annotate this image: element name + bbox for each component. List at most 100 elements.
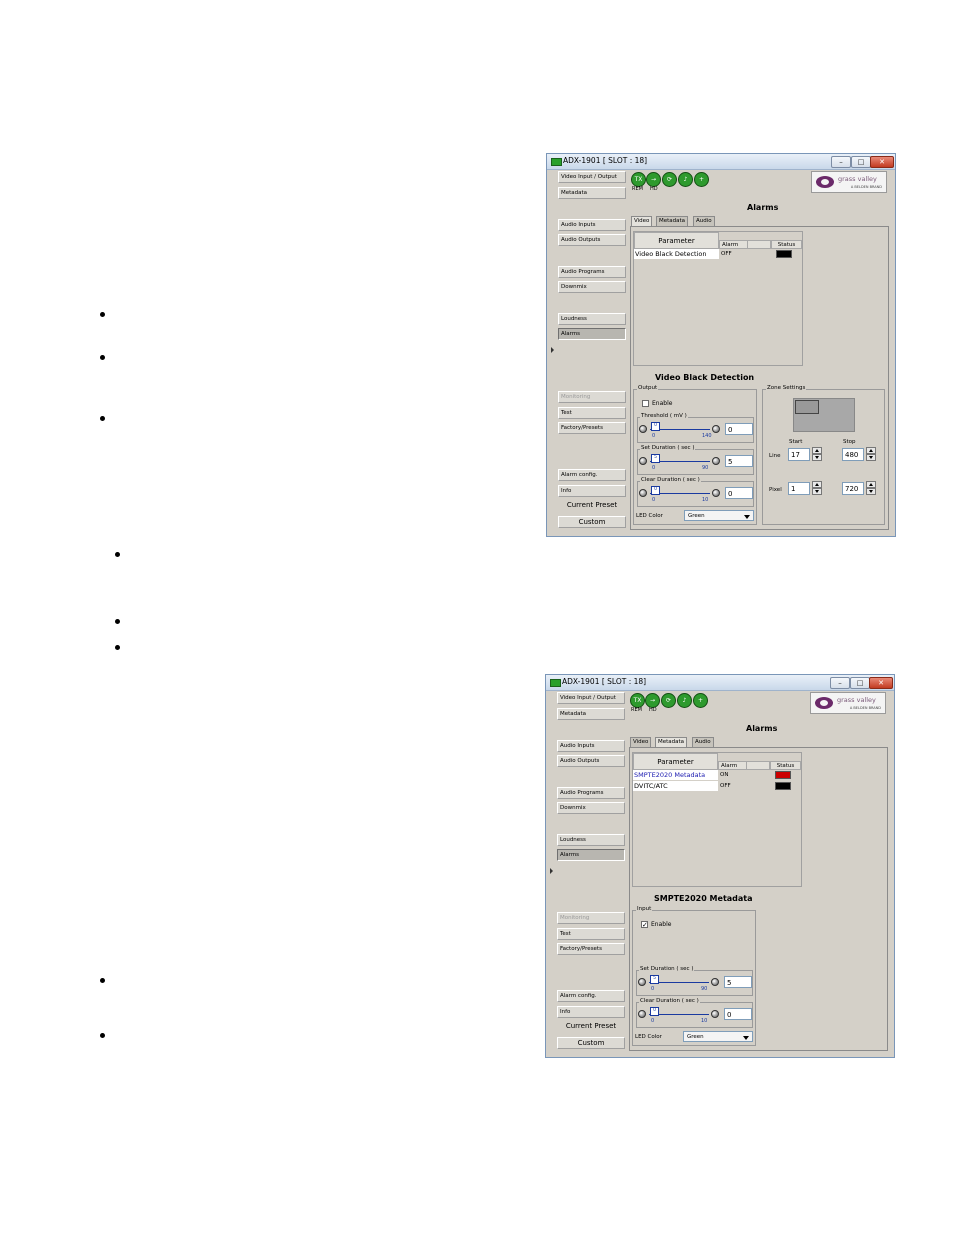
decrement-knob-icon[interactable]	[639, 489, 647, 497]
expand-arrow-icon	[551, 347, 554, 353]
line-start-input[interactable]: 17	[788, 448, 810, 461]
minimize-button[interactable]: –	[830, 677, 850, 689]
sidebar-item-metadata[interactable]: Metadata	[558, 187, 626, 199]
slider-thumb[interactable]: 5	[651, 454, 660, 463]
clear-duration-slider[interactable]: 0 0 10 0	[638, 484, 753, 506]
spin-up-icon[interactable]	[866, 447, 876, 454]
title-bar[interactable]: ADX-1901 [ SLOT : 18] – □ ✕	[546, 675, 894, 691]
sidebar-item-alarms[interactable]: Alarms	[557, 849, 625, 861]
pixel-start-input[interactable]: 1	[788, 482, 810, 495]
sidebar-item-audio-inputs[interactable]: Audio Inputs	[557, 740, 625, 752]
slider-thumb[interactable]: 0	[650, 1007, 659, 1016]
sidebar-item-audio-outputs[interactable]: Audio Outputs	[558, 234, 626, 246]
line-stop-input[interactable]: 480	[842, 448, 864, 461]
table-row[interactable]: DVITC/ATC OFF	[633, 781, 801, 791]
sidebar-item-factory-presets[interactable]: Factory/Presets	[558, 422, 626, 434]
collapse-strip[interactable]	[548, 692, 555, 1052]
app-icon	[551, 158, 562, 166]
bullet-point	[115, 645, 120, 650]
collapse-strip[interactable]	[549, 171, 556, 531]
led-color-select[interactable]: Green	[684, 510, 754, 521]
sidebar-item-audio-programs[interactable]: Audio Programs	[558, 266, 626, 278]
title-bar[interactable]: ADX-1901 [ SLOT : 18] – □ ✕	[547, 154, 895, 170]
pixel-start-spinner[interactable]	[812, 481, 822, 495]
close-button[interactable]: ✕	[870, 156, 894, 168]
sidebar-item-downmix[interactable]: Downmix	[557, 802, 625, 814]
maximize-button[interactable]: □	[850, 677, 870, 689]
status-indicator	[775, 771, 791, 779]
slider-thumb[interactable]: 0	[651, 486, 660, 495]
spin-up-icon[interactable]	[812, 481, 822, 488]
sidebar-item-loudness[interactable]: Loudness	[558, 313, 626, 325]
parameter-header: Parameter	[634, 232, 719, 249]
table-row[interactable]: Video Black Detection OFF	[634, 249, 802, 259]
slider-thumb[interactable]: 5	[650, 975, 659, 984]
decrement-knob-icon[interactable]	[638, 978, 646, 986]
sidebar-item-video-io[interactable]: Video Input / Output	[557, 692, 625, 704]
enable-checkbox[interactable]	[642, 400, 649, 407]
header-divider	[747, 240, 772, 249]
led-color-select[interactable]: Green	[683, 1031, 753, 1042]
clear-duration-input[interactable]: 0	[724, 1008, 752, 1020]
bullet-point	[115, 552, 120, 557]
maximize-button[interactable]: □	[851, 156, 871, 168]
alarms-window-video: ADX-1901 [ SLOT : 18] – □ ✕ Video Input …	[546, 153, 896, 537]
pixel-stop-spinner[interactable]	[866, 481, 876, 495]
pixel-stop-input[interactable]: 720	[842, 482, 864, 495]
sidebar-item-info[interactable]: Info	[557, 1006, 625, 1018]
set-duration-input[interactable]: 5	[725, 455, 753, 467]
set-duration-input[interactable]: 5	[724, 976, 752, 988]
sidebar-item-alarm-config[interactable]: Alarm config.	[557, 990, 625, 1002]
set-duration-slider[interactable]: 5 0 90 5	[637, 973, 752, 995]
increment-knob-icon[interactable]	[712, 425, 720, 433]
status-indicator	[775, 782, 791, 790]
sidebar-item-test[interactable]: Test	[558, 407, 626, 419]
sidebar-item-loudness[interactable]: Loudness	[557, 834, 625, 846]
minimize-button[interactable]: –	[831, 156, 851, 168]
set-duration-slider[interactable]: 5 0 90 5	[638, 452, 753, 474]
chevron-down-icon	[744, 515, 750, 519]
decrement-knob-icon[interactable]	[638, 1010, 646, 1018]
rem-label: REM	[631, 707, 642, 713]
line-start-spinner[interactable]	[812, 447, 822, 461]
threshold-input[interactable]: 0	[725, 423, 753, 435]
row-parameter: Video Black Detection	[634, 249, 719, 259]
increment-knob-icon[interactable]	[712, 457, 720, 465]
spin-down-icon[interactable]	[812, 454, 822, 461]
increment-knob-icon[interactable]	[712, 489, 720, 497]
enable-checkbox[interactable]: ✓	[641, 921, 648, 929]
clear-duration-input[interactable]: 0	[725, 487, 753, 499]
sidebar-item-factory-presets[interactable]: Factory/Presets	[557, 943, 625, 955]
rem-label: REM	[632, 186, 643, 192]
sidebar-item-downmix[interactable]: Downmix	[558, 281, 626, 293]
sidebar-item-info[interactable]: Info	[558, 485, 626, 497]
table-row[interactable]: SMPTE2020 Metadata ON	[633, 770, 801, 780]
slider-thumb[interactable]: 0	[651, 422, 660, 431]
custom-preset-button[interactable]: Custom	[557, 1037, 625, 1049]
increment-knob-icon[interactable]	[711, 1010, 719, 1018]
decrement-knob-icon[interactable]	[639, 425, 647, 433]
sidebar-item-video-io[interactable]: Video Input / Output	[558, 171, 626, 183]
line-stop-spinner[interactable]	[866, 447, 876, 461]
row-alarm-value: ON	[720, 772, 729, 778]
decrement-knob-icon[interactable]	[639, 457, 647, 465]
sidebar-item-audio-programs[interactable]: Audio Programs	[557, 787, 625, 799]
spin-down-icon[interactable]	[812, 488, 822, 495]
increment-knob-icon[interactable]	[711, 978, 719, 986]
spin-down-icon[interactable]	[866, 454, 876, 461]
arrow-right-icon: →	[645, 693, 660, 708]
sidebar-item-metadata[interactable]: Metadata	[557, 708, 625, 720]
sidebar-item-alarms[interactable]: Alarms	[558, 328, 626, 340]
threshold-slider[interactable]: 0 0 140 0	[638, 420, 753, 442]
spin-down-icon[interactable]	[866, 488, 876, 495]
close-button[interactable]: ✕	[869, 677, 893, 689]
spin-up-icon[interactable]	[866, 481, 876, 488]
custom-preset-button[interactable]: Custom	[558, 516, 626, 528]
sidebar-item-test[interactable]: Test	[557, 928, 625, 940]
clear-duration-slider[interactable]: 0 0 10 0	[637, 1005, 752, 1027]
spin-up-icon[interactable]	[812, 447, 822, 454]
sidebar-item-audio-outputs[interactable]: Audio Outputs	[557, 755, 625, 767]
current-preset-label: Current Preset	[565, 1022, 617, 1030]
sidebar-item-alarm-config[interactable]: Alarm config.	[558, 469, 626, 481]
sidebar-item-audio-inputs[interactable]: Audio Inputs	[558, 219, 626, 231]
